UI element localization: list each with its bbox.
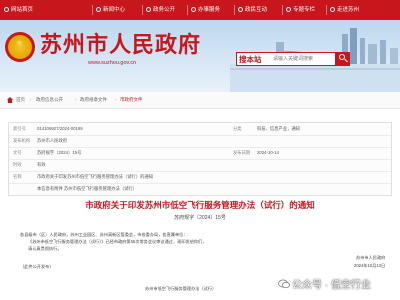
meta-label: 分类 [233,126,242,131]
service-icon [191,7,196,12]
nav-service[interactable]: 办事服务 [191,6,220,14]
meta-label: 发布机构 [13,138,31,143]
chevron-right-icon: › [75,97,77,102]
search-box: 搜本站 [236,52,336,66]
open-icon [146,7,151,12]
meta-value: 苏府规字〔2024〕15号 [37,150,82,155]
national-emblem-logo[interactable]: ★ [5,32,35,62]
body-paragraph: 《苏州市低空飞行服务管理办法（试行）》已经市政府第55次常务会议审议通过，现印发… [28,239,207,244]
meta-label: 时效 [13,162,22,167]
wechat-icon [278,279,290,289]
nav-news-label: 新闻中心 [103,7,126,13]
document-title: 市政府关于印发苏州市低空飞行服务管理办法（试行）的通知 [85,200,315,210]
nav-open[interactable]: 政务公开 [146,6,175,14]
body-paragraph-cont: 请认真贯彻执行。 [28,246,62,251]
search-input[interactable] [273,55,331,63]
signing-date: 2024年10月13日 [354,263,386,268]
nav-divider [326,5,327,15]
attachment-title: 苏州市低空飞行服务管理办法（试行） [145,286,217,291]
nav-participation[interactable]: 政民互动 [238,6,267,14]
nav-overview-label: 走进苏州 [337,7,360,13]
signing-organization: 苏州市人民政府 [356,255,386,260]
nav-news[interactable]: 新闻中心 [96,6,125,14]
wechat-watermark: 公众号 · 低空行业 [278,278,371,294]
nav-open-label: 政务公开 [153,7,176,13]
breadcrumb-regulations[interactable]: 政府规章文件 [80,97,107,103]
chevron-right-icon: › [115,97,117,102]
meta-value: 2024-10-14 [257,150,279,155]
meta-value: 有效 [37,162,46,167]
addressee-paragraph: 各县级市（区）人民政府，苏州工业园区、苏州高新区管委会，市各委办局，各直属单位： [20,232,188,237]
nav-participation-label: 政民互动 [245,7,268,13]
news-icon [96,7,101,12]
home-icon [7,97,13,103]
site-url: www.suzhou.gov.cn [88,60,137,66]
city-icon [330,7,335,12]
watermark-text: 公众号 · 低空行业 [292,280,371,291]
nav-divider [142,5,143,15]
breadcrumb-info-open[interactable]: 政府信息公开 [36,97,63,103]
breadcrumb: 首页 › 政府信息公开 › 政府规章文件 › 市政府文件 [0,92,400,109]
meta-label: 文号 [13,150,22,155]
home-icon [4,7,9,12]
site-title[interactable]: 苏州市人民政府 [40,32,201,58]
chat-icon [238,7,243,12]
header-banner: ★ 苏州市人民政府 www.suzhou.gov.cn 搜本站 [0,20,400,92]
search-icon-handle [344,58,348,63]
document-metadata-table: 索引号 014106927/2024-00199 分类 科技、信息产业，通知 发… [8,122,392,196]
search-brand-label: 搜本站 [239,55,262,64]
document-number: 苏府规字〔2024〕15号 [174,215,226,221]
meta-label: 索引号 [13,126,26,131]
top-nav-bar: 网站首页 新闻中心 政务公开 办事服务 政民互动 专题专栏 走进苏州 [0,0,400,20]
breadcrumb-current[interactable]: 市政府文件 [120,97,143,103]
nav-divider [187,5,188,15]
table-row: 本信息有附件 苏州市低空飞行服务管理办法（试行） [9,183,391,195]
meta-value: 014106927/2024-00199 [37,126,83,131]
meta-label: 发布日期 [233,150,251,155]
nav-divider [234,5,235,15]
nav-divider [282,5,283,15]
subject-icon [286,7,291,12]
search-button[interactable] [336,52,350,66]
meta-value: 科技、信息产业，通知 [257,126,300,131]
attachment-link[interactable]: 本信息有附件 苏州市低空飞行服务管理办法（试行） [37,186,137,192]
nav-overview[interactable]: 走进苏州 [330,6,359,14]
meta-value: 市政府关于印发苏州市低空飞行服务管理办法（试行）的通知 [37,174,154,179]
meta-label: 名称 [13,174,22,179]
nav-subject-label: 专题专栏 [293,7,316,13]
nav-service-label: 办事服务 [198,7,221,13]
publication-note: （此件公开发布） [20,264,54,269]
meta-value: 苏州市人民政府 [37,138,68,143]
nav-home-label: 网站首页 [11,7,34,13]
nav-subject[interactable]: 专题专栏 [286,6,315,14]
chevron-right-icon: › [30,97,32,102]
nav-divider [92,5,93,15]
nav-home[interactable]: 网站首页 [4,6,33,14]
breadcrumb-home[interactable]: 首页 [16,97,25,103]
